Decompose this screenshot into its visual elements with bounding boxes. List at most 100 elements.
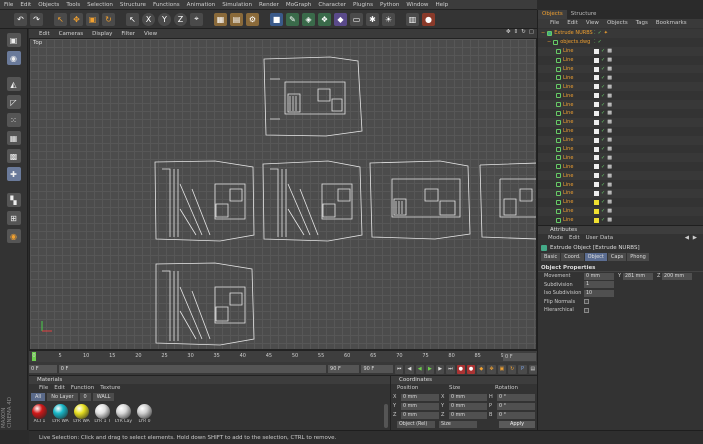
texture-tag-icon[interactable]: ▩ (607, 84, 612, 90)
y-axis-icon[interactable]: Y (158, 12, 171, 26)
menu-mograph[interactable]: MoGraph (286, 2, 311, 8)
object-row-line[interactable]: Line ✓ ▩ (538, 135, 703, 145)
menu-edit[interactable]: Edit (20, 2, 31, 8)
material-tab-all[interactable]: All (31, 393, 46, 401)
enabled-check-icon[interactable]: ✓ (598, 39, 602, 45)
coord-mode-dropdown[interactable]: Object (Rel) (397, 421, 435, 428)
points-mode-icon[interactable]: ⁙ (6, 113, 21, 127)
object-row-line[interactable]: Line ✓ ▩ (538, 145, 703, 154)
enabled-check-icon[interactable]: ✓ (601, 217, 605, 223)
live-selection-icon[interactable]: ↖ (54, 12, 67, 26)
object-row-line[interactable]: Line ✓ ▩ (538, 117, 703, 127)
enabled-check-icon[interactable]: ✓ (601, 48, 605, 54)
menu-window[interactable]: Window (406, 2, 428, 8)
z-axis-icon[interactable]: Z (174, 12, 187, 26)
coordinate-system-icon[interactable]: ⌖ (190, 12, 203, 26)
enabled-check-icon[interactable]: ✓ (601, 155, 605, 161)
move-view-icon[interactable]: ✥ (506, 29, 511, 35)
redo-icon[interactable]: ↷ (30, 12, 43, 26)
end-frame-field[interactable]: 90 F (361, 365, 393, 373)
material-tab-wall[interactable]: WALL (92, 393, 115, 401)
attributes-menu-edit[interactable]: Edit (569, 234, 580, 243)
attr-tab-phong[interactable]: Phong (627, 253, 649, 261)
axis-mode-icon[interactable]: ✚ (6, 167, 21, 181)
timeline[interactable]: 051015202530354045505560657075808590 0 F… (29, 350, 537, 375)
subdivision-field[interactable]: 1 (584, 281, 614, 289)
menu-simulation[interactable]: Simulation (222, 2, 252, 8)
menu-structure[interactable]: Structure (120, 2, 146, 8)
go-to-start-icon[interactable]: ⏮ (394, 364, 404, 374)
object-row-line[interactable]: Line ✓ ▩ (538, 73, 703, 82)
back-arrow-icon[interactable]: ◀ (685, 234, 689, 243)
menu-objects[interactable]: Objects (38, 2, 59, 8)
enabled-check-icon[interactable]: ✓ (601, 102, 605, 108)
rotate-view-icon[interactable]: ↻ (521, 29, 526, 35)
object-row-line[interactable]: Line ✓ ▩ (538, 153, 703, 163)
layer-color-icon[interactable] (594, 199, 599, 205)
texture-tag-icon[interactable]: ▩ (607, 208, 612, 214)
enabled-check-icon[interactable]: ✓ (601, 164, 605, 170)
texture-tag-icon[interactable]: ▩ (607, 199, 612, 205)
viewport-top[interactable]: Top (29, 38, 537, 350)
apply-button[interactable]: Apply (499, 421, 535, 428)
select-tool-icon[interactable]: ↖ (126, 12, 139, 26)
materials-menu-texture[interactable]: Texture (100, 384, 120, 392)
light-icon[interactable]: ☀ (382, 12, 395, 26)
scale-icon[interactable]: ▣ (86, 12, 99, 26)
object-row-line[interactable]: Line ✓ ▩ (538, 180, 703, 189)
x-axis-icon[interactable]: X (142, 12, 155, 26)
movement-x-field[interactable]: 0 mm (584, 272, 614, 280)
edit-render-settings-icon[interactable]: ⚙ (246, 12, 259, 26)
iso-subdivision-field[interactable]: 10 (584, 289, 614, 297)
layer-color-icon[interactable] (594, 84, 599, 90)
script-icon[interactable]: ● (422, 12, 435, 26)
next-key-icon[interactable]: ▶ (436, 364, 445, 374)
object-row-line[interactable]: Line ✓ ▩ (538, 64, 703, 74)
camera-icon[interactable]: ✱ (366, 12, 379, 26)
attr-tab-object[interactable]: Object (584, 253, 607, 261)
objects-menu-bookmarks[interactable]: Bookmarks (656, 19, 687, 28)
object-row-line[interactable]: Line ✓ ▩ (538, 216, 703, 225)
menu-plugins[interactable]: Plugins (353, 2, 373, 8)
enabled-check-icon[interactable]: ✓ (601, 110, 605, 116)
object-row-extrude-nurbs[interactable]: − Extrude NURBS ⁚ ✓ ✦ (538, 29, 703, 38)
timeline-ruler[interactable]: 051015202530354045505560657075808590 (29, 351, 537, 362)
tab-structure[interactable]: Structure (567, 10, 601, 19)
enabled-check-icon[interactable]: ✓ (601, 137, 605, 143)
layer-color-icon[interactable] (594, 173, 599, 179)
start-frame-field[interactable]: 0 F (29, 365, 57, 373)
move-icon[interactable]: ✥ (70, 12, 83, 26)
enabled-check-icon[interactable]: ✓ (601, 93, 605, 99)
tweak-mode-icon[interactable]: ▚ (6, 193, 21, 207)
coord-rotation-field[interactable]: 0 ° (497, 393, 535, 401)
texture-tag-icon[interactable]: ▩ (607, 75, 612, 81)
layer-color-icon[interactable] (594, 146, 599, 152)
enabled-check-icon[interactable]: ✓ (601, 128, 605, 134)
object-row-line[interactable]: Line ✓ ▩ (538, 189, 703, 198)
parameter-key-icon[interactable]: P (518, 364, 527, 374)
tab-objects[interactable]: Objects (538, 10, 567, 19)
layer-color-icon[interactable] (594, 190, 599, 196)
visibility-icon[interactable]: ⁚ (594, 39, 596, 45)
materials-menu-function[interactable]: Function (71, 384, 94, 392)
layer-color-icon[interactable] (594, 66, 599, 72)
layer-color-icon[interactable] (594, 182, 599, 188)
objects-menu-file[interactable]: File (550, 19, 559, 28)
preview-range-end[interactable]: 90 F (328, 365, 360, 373)
layer-color-icon[interactable] (594, 137, 599, 143)
layer-color-icon[interactable] (594, 110, 599, 116)
materials-scrollbar[interactable] (384, 404, 388, 428)
layer-color-icon[interactable] (594, 128, 599, 134)
object-row-line[interactable]: Line ✓ ▩ (538, 127, 703, 136)
texture-tag-icon[interactable]: ▩ (607, 173, 612, 179)
layer-color-icon[interactable] (594, 93, 599, 99)
object-row-line[interactable]: Line ✓ ▩ (538, 56, 703, 65)
object-row-line[interactable]: Line ✓ ▩ (538, 91, 703, 100)
enabled-check-icon[interactable]: ✓ (601, 84, 605, 90)
material-item[interactable]: LYR 0 (136, 404, 153, 424)
texture-tag-icon[interactable]: ▩ (607, 146, 612, 152)
play-forward-icon[interactable]: ▶ (425, 364, 435, 374)
coord-size-dropdown[interactable]: Size (439, 421, 477, 428)
deformer-icon[interactable]: ◆ (334, 12, 347, 26)
layer-color-icon[interactable] (594, 75, 599, 81)
